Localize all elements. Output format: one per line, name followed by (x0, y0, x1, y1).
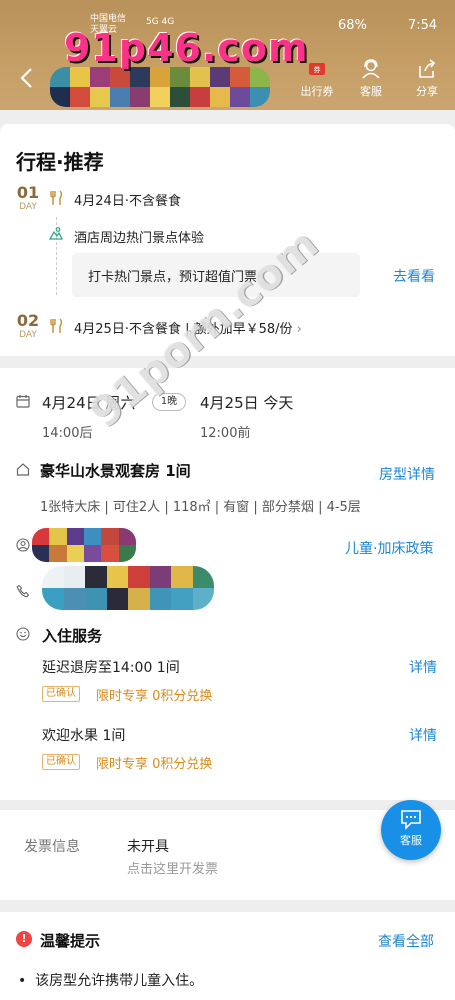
checkin-date: 4月24日 周六 (42, 394, 136, 412)
calendar-icon (16, 395, 30, 408)
room-name: 豪华山水景观套房 1间 (40, 462, 191, 480)
checkout-time: 12:00前 (200, 426, 251, 441)
notice-item-text: 该房型允许携带儿童入住。 (35, 973, 204, 989)
customer-service-icon (362, 59, 380, 79)
notice-title: 温馨提示 (40, 932, 101, 950)
share-icon (419, 59, 436, 78)
child-bed-policy-link[interactable]: 儿童·加床政策 (345, 538, 433, 558)
guest-name-redacted (32, 528, 136, 562)
floating-customer-service-label: 客服 (400, 834, 422, 847)
service-status-tag: 已确认 (42, 754, 80, 770)
service-status-tag: 已确认 (42, 686, 80, 702)
carrier-line2: 天翼云 (90, 25, 118, 35)
carrier-label: 中国电信 天翼云 (90, 14, 126, 36)
coupon-button[interactable]: 券 出行券 (292, 58, 342, 99)
meal-icon (50, 318, 63, 333)
status-clock: 7:54 (408, 18, 438, 33)
day2-label: DAY (19, 330, 37, 340)
day2-marker: 02 DAY (16, 311, 40, 341)
ticket-promo-box[interactable]: 打卡热门景点，预订超值门票 (72, 253, 360, 297)
smile-icon (16, 627, 30, 641)
day1-meal-text: 4月24日·不含餐食 (74, 194, 181, 209)
customer-service-label: 客服 (360, 85, 382, 98)
attraction-title: 酒店周边热门景点体验 (74, 231, 205, 246)
notice-item: • 该房型允许携带儿童入住。 (18, 970, 203, 990)
room-details-link[interactable]: 房型详情 (379, 464, 435, 484)
meal-icon (50, 190, 63, 205)
share-label: 分享 (416, 85, 438, 98)
phone-icon (16, 584, 30, 598)
services-title: 入住服务 (42, 627, 103, 645)
floating-customer-service-button[interactable]: 客服 (381, 800, 441, 860)
network-indicator: 5G 4G (146, 17, 175, 27)
chevron-left-icon (20, 68, 32, 88)
ticket-promo-text: 打卡热门景点，预订超值门票 (88, 270, 258, 285)
warning-icon: ! (16, 931, 32, 947)
customer-service-button[interactable]: 客服 (346, 58, 396, 99)
carrier-line1: 中国电信 (90, 14, 127, 24)
hotel-name-redacted (50, 67, 270, 107)
coupon-label: 出行券 (300, 85, 334, 98)
header-bar: 中国电信 天翼云 5G 4G 68% 7:54 券 出行券 客服 分享 (0, 0, 455, 110)
room-description: 1张特大床 | 可住2人 | 118㎡ | 有窗 | 部分禁烟 | 4-5层 (40, 500, 361, 515)
invoice-status: 未开具 (127, 839, 169, 855)
day2-meal-text: 4月25日·不含餐食 | 额外加早￥58/份 (74, 322, 293, 337)
nights-badge: 1晚 (152, 393, 186, 411)
day1-number: 01 (16, 183, 40, 202)
bullet-icon: • (18, 973, 36, 989)
status-bar: 中国电信 天翼云 5G 4G 68% 7:54 (0, 12, 455, 36)
svg-text:券: 券 (314, 65, 321, 74)
invoice-hint[interactable]: 点击这里开发票 (127, 858, 218, 877)
checkout-date: 4月25日 今天 (200, 394, 294, 412)
checkin-time: 14:00后 (42, 426, 93, 441)
day1-label: DAY (19, 202, 37, 212)
day1-marker: 01 DAY (16, 183, 40, 213)
chat-icon (401, 810, 421, 830)
ticket-icon: 券 (309, 63, 325, 75)
view-all-link[interactable]: 查看全部 (378, 931, 434, 951)
day2-number: 02 (16, 311, 40, 330)
day2-meal-row[interactable]: 4月25日·不含餐食 | 额外加早￥58/份 › (74, 318, 302, 337)
share-button[interactable]: 分享 (402, 58, 452, 99)
service-promo-text: 限时专享 0积分兑换 (96, 689, 213, 704)
itinerary-title: 行程·推荐 (16, 150, 104, 174)
home-icon (16, 463, 30, 476)
service-welcome-fruit-details-link[interactable]: 详情 (409, 725, 437, 745)
service-late-checkout-details-link[interactable]: 详情 (409, 657, 437, 677)
invoice-label: 发票信息 (24, 839, 80, 855)
service-welcome-fruit: 欢迎水果 1间 (42, 728, 126, 744)
chevron-right-icon: › (296, 322, 302, 337)
go-see-link[interactable]: 去看看 (393, 266, 435, 286)
service-late-checkout: 延迟退房至14:00 1间 (42, 660, 180, 676)
back-button[interactable] (18, 66, 36, 90)
phone-number-redacted (42, 566, 214, 610)
user-icon (16, 538, 30, 552)
battery-indicator: 68% (338, 18, 367, 33)
attraction-icon (48, 227, 64, 240)
service-promo-text: 限时专享 0积分兑换 (96, 757, 213, 772)
